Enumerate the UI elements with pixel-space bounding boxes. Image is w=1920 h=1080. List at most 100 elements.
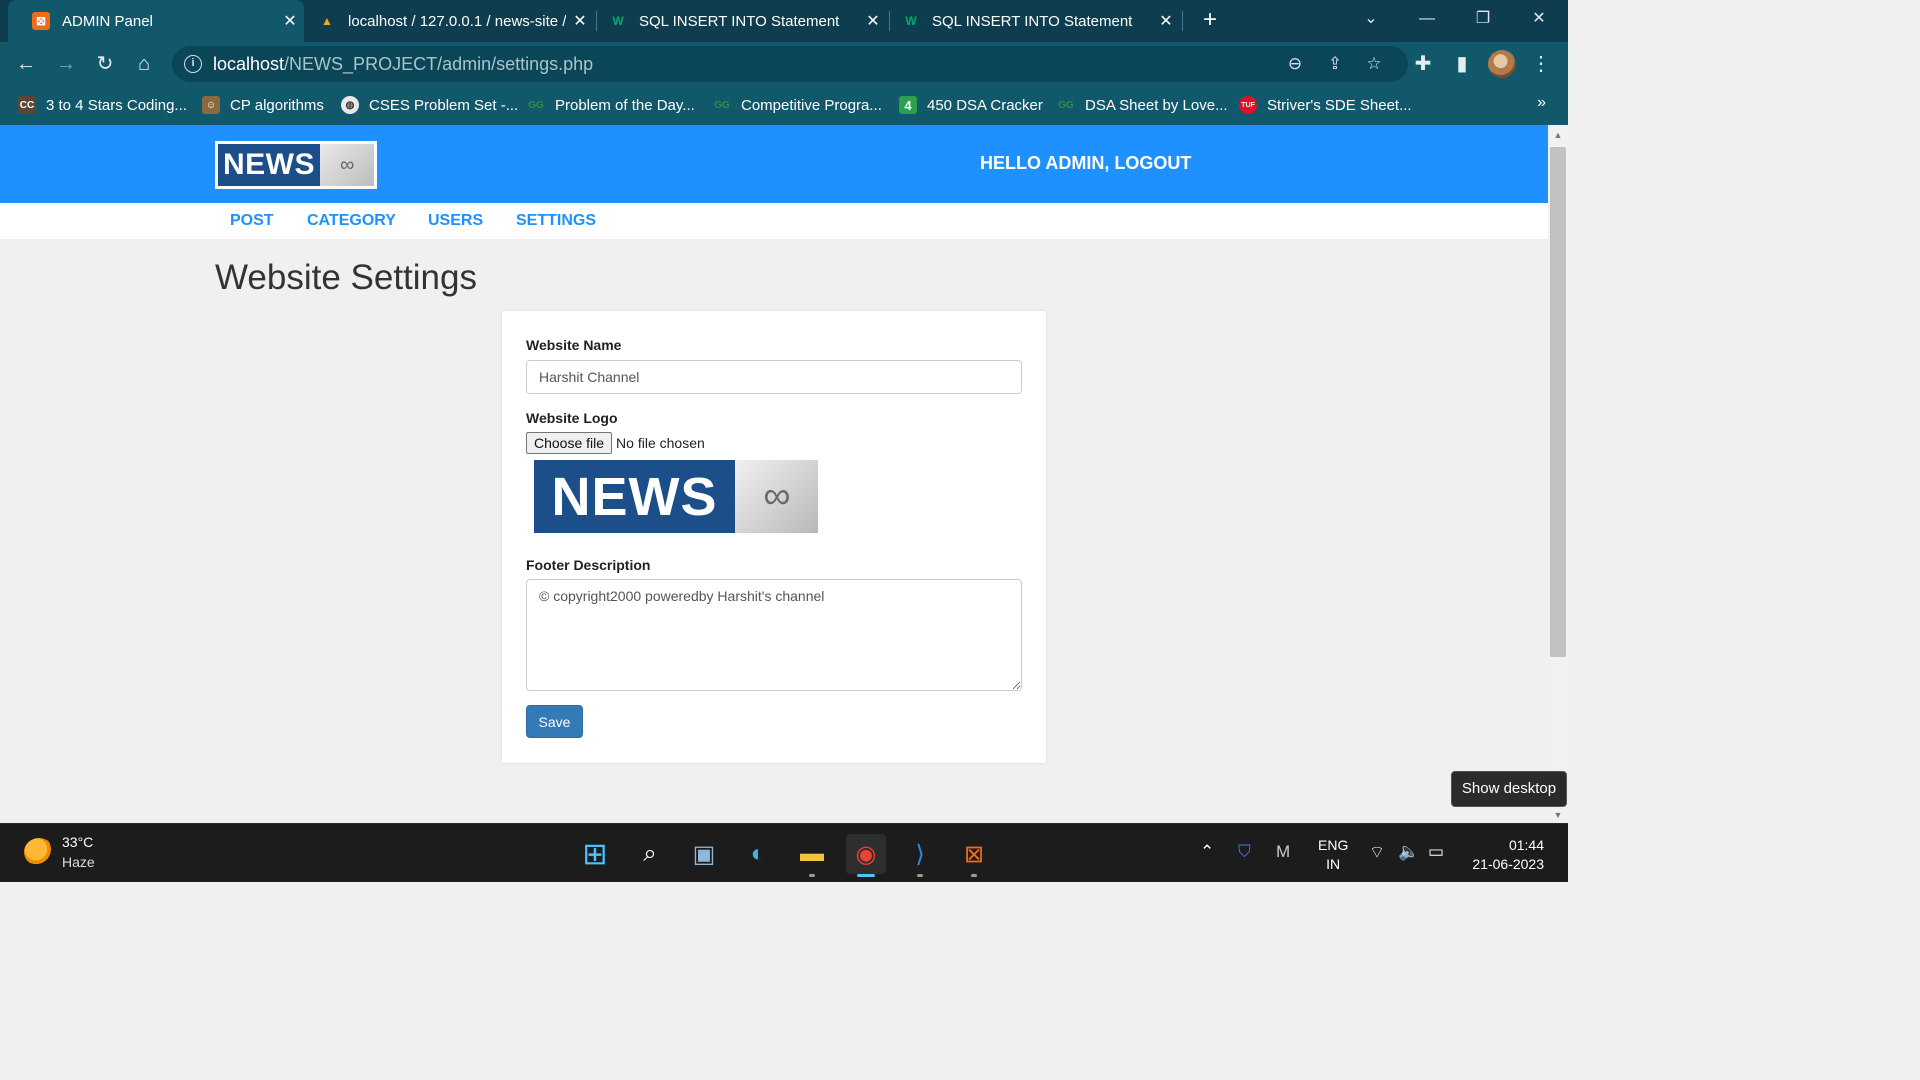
profile-avatar[interactable] (1488, 50, 1516, 78)
bookmark-label: Problem of the Day... (555, 96, 695, 114)
page-scrollbar[interactable]: ▲ ▼ (1548, 125, 1568, 823)
file-status-text: No file chosen (616, 435, 705, 451)
minimize-icon[interactable]: — (1399, 0, 1455, 42)
tab-sql-insert-1[interactable]: W SQL INSERT INTO Statement ✕ (597, 0, 887, 42)
website-logo-label: Website Logo (526, 410, 618, 426)
close-tab-icon[interactable]: ✕ (276, 11, 304, 31)
tab-separator (1182, 11, 1183, 31)
tab-strip: ⊠ ADMIN Panel ✕ ▲ localhost / 127.0.0.1 … (0, 0, 1568, 42)
menu-kebab-icon[interactable]: ⋮ (1527, 50, 1555, 78)
website-name-label: Website Name (526, 337, 622, 353)
clock[interactable]: 01:44 21-06-2023 (1468, 836, 1544, 874)
photos-icon[interactable]: ▣ (684, 834, 724, 874)
back-icon[interactable]: ← (12, 50, 40, 78)
bookmark-item[interactable]: TUF Striver's SDE Sheet... (1239, 95, 1412, 115)
preview-logo-mark-icon: ∞ (735, 460, 818, 533)
home-icon[interactable]: ⌂ (130, 50, 158, 78)
search-icon[interactable]: ⌕ (630, 834, 670, 874)
bookmark-item[interactable]: CC 3 to 4 Stars Coding... (18, 95, 187, 115)
preview-logo-text: NEWS (534, 460, 735, 533)
url-text[interactable]: localhost/NEWS_PROJECT/admin/settings.ph… (213, 54, 593, 75)
scroll-thumb[interactable] (1550, 147, 1566, 657)
bookmark-item[interactable]: ◍ CSES Problem Set -... (341, 95, 518, 115)
bookmark-item[interactable]: 4 450 DSA Cracker (899, 95, 1043, 115)
running-indicator (917, 874, 923, 877)
new-tab-button[interactable]: + (1196, 6, 1224, 34)
bookmark-label: CSES Problem Set -... (369, 96, 519, 114)
tab-title: localhost / 127.0.0.1 / news-site / (348, 12, 566, 30)
running-indicator (809, 874, 815, 877)
logo-preview: NEWS ∞ (534, 460, 818, 533)
volume-icon[interactable]: 🔈 (1398, 842, 1419, 862)
settings-form: Website Name Website Logo Choose file No… (502, 311, 1046, 763)
logo-mark-icon: ∞ (320, 144, 374, 186)
scroll-down-icon[interactable]: ▼ (1548, 807, 1568, 823)
close-tab-icon[interactable]: ✕ (1152, 11, 1180, 31)
bookmark-item[interactable]: GG Competitive Progra... (713, 95, 882, 115)
clock-date: 21-06-2023 (1472, 856, 1544, 872)
xampp-icon: ⊠ (32, 12, 50, 30)
w3schools-icon: W (612, 14, 624, 28)
gfg-icon: GG (528, 99, 544, 111)
start-icon[interactable]: ⊞ (575, 834, 615, 874)
tab-title: SQL INSERT INTO Statement (639, 12, 840, 30)
admin-menu: POST CATEGORY USERS SETTINGS (0, 203, 1548, 239)
save-button[interactable]: Save (526, 705, 583, 738)
battery-icon[interactable]: ▭ (1428, 842, 1444, 862)
menu-users[interactable]: USERS (428, 212, 483, 230)
page-title: Website Settings (215, 258, 477, 297)
menu-category[interactable]: CATEGORY (307, 212, 396, 230)
website-name-input[interactable] (526, 360, 1022, 394)
file-explorer-icon[interactable]: ▬ (792, 834, 832, 874)
address-bar[interactable]: i localhost/NEWS_PROJECT/admin/settings.… (172, 46, 1408, 82)
side-panel-icon[interactable]: ▮ (1448, 50, 1476, 78)
choose-file-button[interactable]: Choose file (526, 432, 613, 454)
tab-sql-insert-2[interactable]: W SQL INSERT INTO Statement ✕ (890, 0, 1180, 42)
zoom-icon[interactable]: ⊖ (1283, 52, 1307, 76)
antivirus-icon[interactable]: M (1276, 842, 1290, 862)
menu-settings[interactable]: SETTINGS (516, 212, 596, 230)
bookmark-item[interactable]: ☺ CP algorithms (202, 95, 324, 115)
tab-admin-panel[interactable]: ⊠ ADMIN Panel ✕ (8, 0, 304, 42)
forward-icon[interactable]: → (52, 50, 80, 78)
file-input[interactable]: Choose file No file chosen (526, 432, 705, 454)
bookmark-star-icon[interactable]: ☆ (1362, 52, 1386, 76)
bookmark-item[interactable]: GG Problem of the Day... (527, 95, 695, 115)
bookmark-label: DSA Sheet by Love... (1085, 96, 1228, 114)
footer-description-textarea[interactable]: © copyright2000 poweredby Harshit's chan… (526, 579, 1022, 691)
site-logo[interactable]: NEWS ∞ (215, 141, 377, 189)
close-window-icon[interactable]: ✕ (1511, 0, 1567, 42)
show-hidden-icons-icon[interactable]: ⌃ (1200, 842, 1214, 862)
wifi-icon[interactable]: ⌔ (1369, 842, 1385, 863)
defender-shield-icon[interactable]: ⛉ (1238, 842, 1251, 862)
weather-temperature[interactable]: 33°C (62, 834, 93, 850)
close-tab-icon[interactable]: ✕ (566, 11, 594, 31)
weather-condition[interactable]: Haze (62, 854, 95, 870)
edge-icon[interactable]: ◐ (738, 834, 778, 874)
tab-title: SQL INSERT INTO Statement (932, 12, 1133, 30)
w3schools-icon: W (905, 14, 917, 28)
url-host: localhost (213, 54, 285, 74)
weather-haze-icon[interactable] (24, 838, 54, 866)
extensions-icon[interactable]: ✚ (1409, 50, 1437, 78)
tab-phpmyadmin[interactable]: ▲ localhost / 127.0.0.1 / news-site / ✕ (306, 0, 594, 42)
reload-icon[interactable]: ↻ (91, 50, 119, 78)
vscode-icon[interactable]: ⟩ (900, 834, 940, 874)
site-info-icon[interactable]: i (184, 55, 202, 73)
scroll-up-icon[interactable]: ▲ (1548, 127, 1568, 143)
logout-link[interactable]: HELLO ADMIN, LOGOUT (980, 153, 1191, 174)
restore-icon[interactable]: ❐ (1455, 0, 1511, 42)
show-desktop-tooltip: Show desktop (1451, 771, 1567, 807)
more-bookmarks-icon[interactable]: » (1537, 94, 1546, 112)
phpmyadmin-icon: ▲ (321, 14, 333, 28)
share-icon[interactable]: ⇪ (1323, 52, 1347, 76)
active-app-indicator (857, 874, 875, 877)
close-tab-icon[interactable]: ✕ (859, 11, 887, 31)
globe-icon: ◍ (341, 96, 359, 114)
tab-search-icon[interactable]: ⌄ (1343, 0, 1399, 42)
menu-post[interactable]: POST (230, 212, 274, 230)
xampp-taskbar-icon[interactable]: ⊠ (954, 834, 994, 874)
language-indicator[interactable]: ENG IN (1318, 836, 1348, 874)
bookmark-item[interactable]: GG DSA Sheet by Love... (1057, 95, 1228, 115)
chrome-icon[interactable]: ◉ (846, 834, 886, 874)
